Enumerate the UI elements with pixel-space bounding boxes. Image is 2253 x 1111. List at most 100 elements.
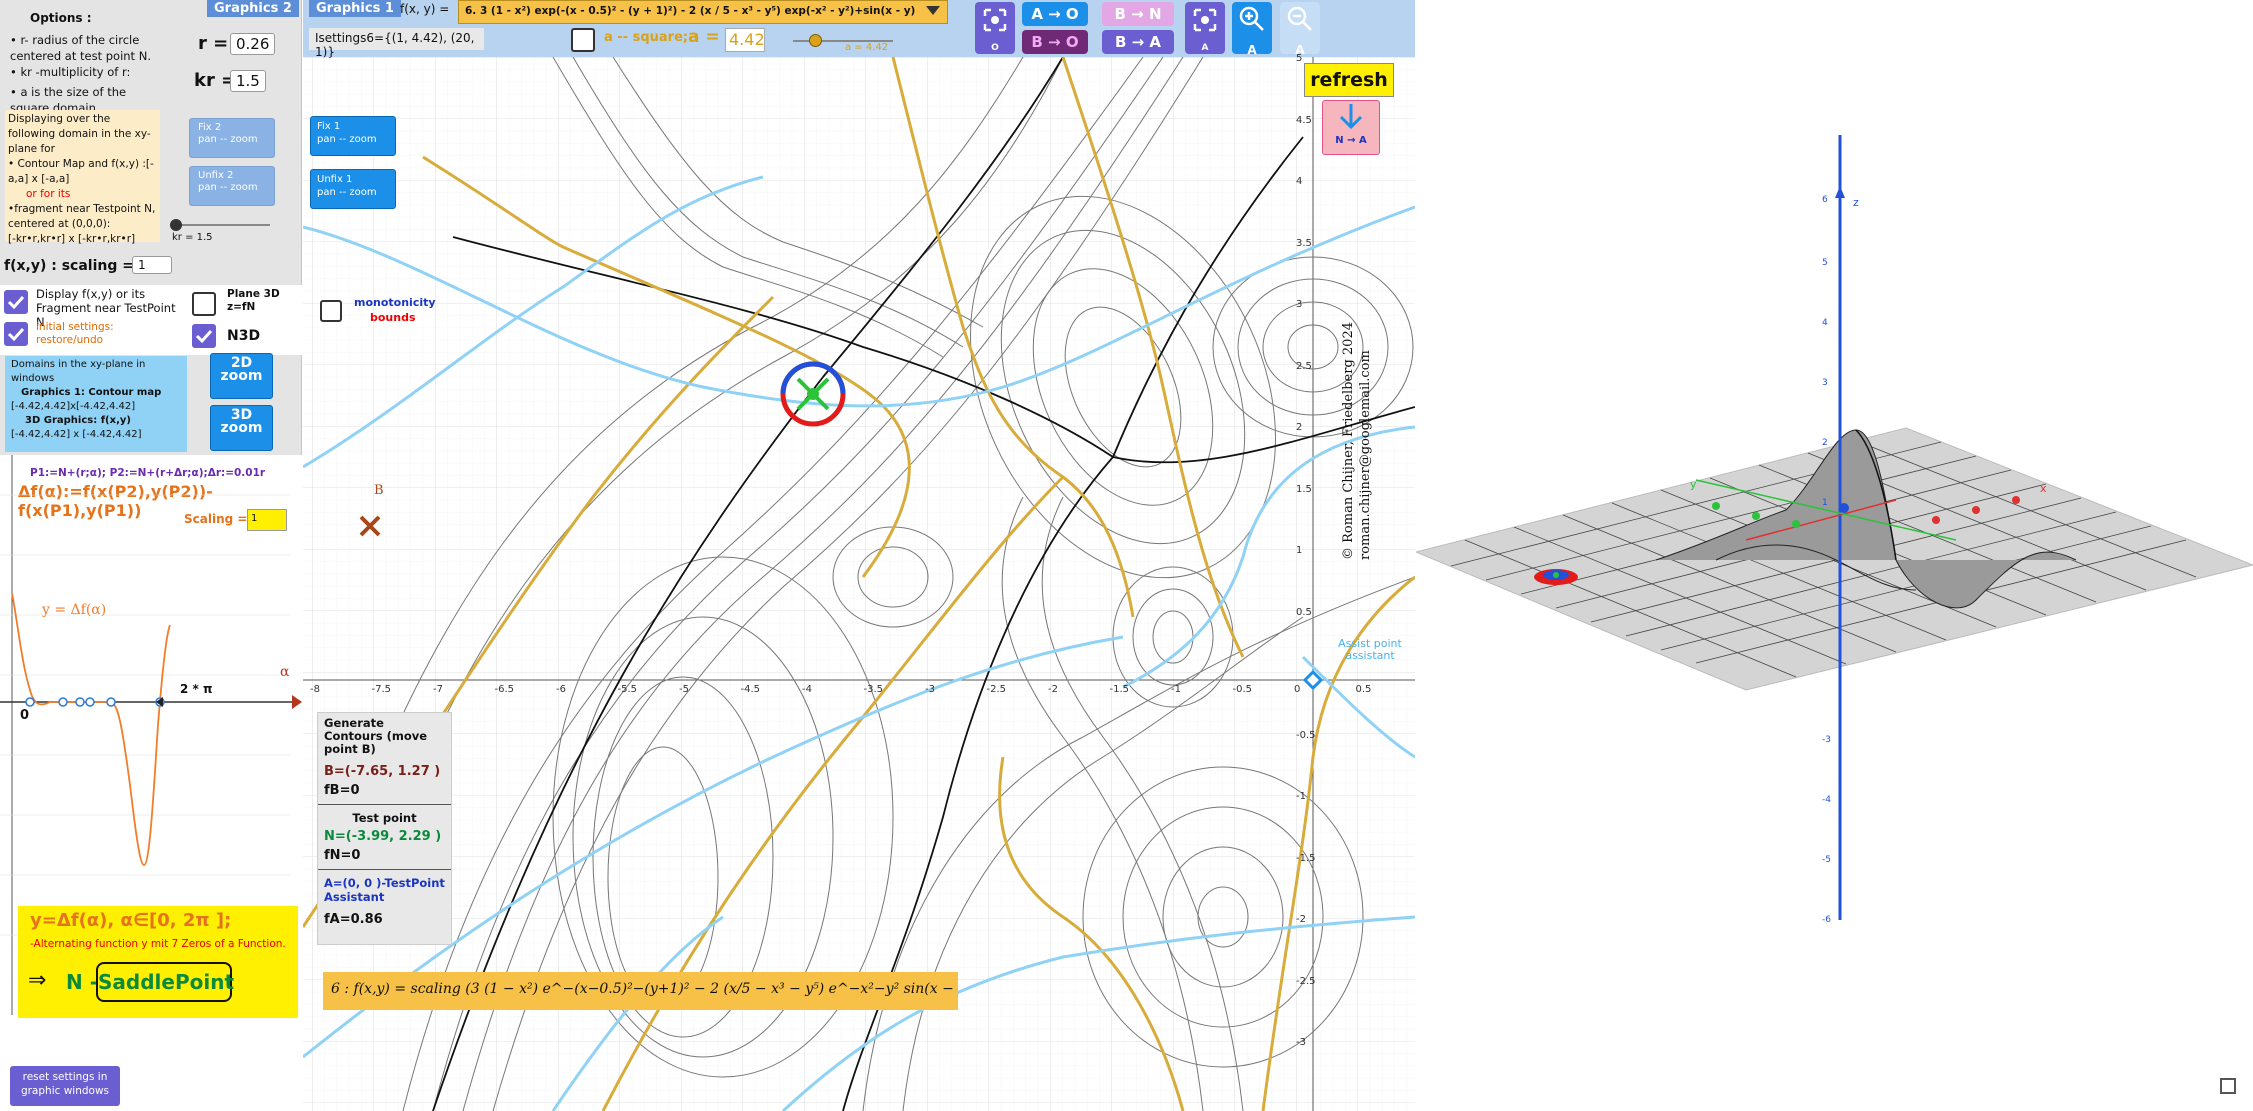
- x-tick-label: 0.5: [1355, 684, 1372, 695]
- domain-note-1: Displaying over the following domain in …: [8, 113, 151, 155]
- graphics2-tab[interactable]: Graphics 2: [207, 0, 299, 17]
- a-coords: A=(0, 0 )-TestPoint Assistant: [324, 876, 445, 904]
- saddle-result: SaddlePoint: [96, 962, 234, 1002]
- kr-slider-track[interactable]: [175, 224, 270, 226]
- initial-checkbox[interactable]: [4, 322, 28, 346]
- a-to-o-button[interactable]: A → O: [1022, 2, 1088, 26]
- domains-info: Domains in the xy-plane in windows Graph…: [5, 356, 187, 452]
- unfix2-button[interactable]: Unfix 2 pan -- zoom: [189, 166, 275, 206]
- x-tick-label: -4: [802, 684, 812, 695]
- fullscreen-icon[interactable]: [2220, 1078, 2236, 1094]
- a-slider-handle[interactable]: [809, 34, 822, 47]
- zoom-out-button[interactable]: A: [1280, 2, 1320, 57]
- origin-label: 0: [20, 708, 30, 723]
- scaling-label: f(x,y) : scaling =: [4, 258, 134, 274]
- display-checkbox[interactable]: [4, 290, 28, 314]
- n-coords: N=(-3.99, 2.29 ): [324, 829, 442, 844]
- a-input[interactable]: 4.42: [725, 28, 765, 52]
- x-tick-label: -7: [433, 684, 443, 695]
- b-to-a-button[interactable]: B → A: [1102, 30, 1174, 54]
- option-kr: • kr -multiplicity of r:: [10, 65, 131, 79]
- b-coords: B=(-7.65, 1.27 ): [324, 764, 441, 779]
- b-to-o-button[interactable]: B → O: [1022, 30, 1088, 54]
- a-slider-label: a = 4.42: [845, 42, 889, 53]
- plane3d-label: Plane 3D z=fN: [227, 288, 280, 313]
- chevron-down-icon[interactable]: [926, 6, 940, 15]
- center-o-button[interactable]: O: [975, 2, 1015, 54]
- b-to-n-button[interactable]: B → N: [1102, 2, 1174, 26]
- y-tick-label: -1.5: [1296, 852, 1316, 864]
- domains-3d: 3D Graphics: f(x,y): [25, 415, 131, 426]
- x-tick-label: -1: [1171, 684, 1181, 695]
- options-title: Options :: [30, 11, 92, 25]
- reset-button[interactable]: reset settings in graphic windows: [10, 1066, 120, 1106]
- n-to-a-button[interactable]: N → A: [1322, 100, 1380, 155]
- a-equals-label: a =: [688, 27, 720, 47]
- contour-map[interactable]: [303, 57, 1415, 1111]
- r-label: r =: [198, 33, 229, 54]
- domains-g1-val: [-4.42,4.42]x[-4.42,4.42]: [11, 401, 136, 412]
- zoom-2d-button[interactable]: 2D zoom: [210, 353, 273, 399]
- bounds-label: bounds: [370, 311, 416, 324]
- x-tick-label: -2.5: [986, 684, 1007, 695]
- x-axis-label: x: [2040, 482, 2047, 495]
- plane3d-checkbox[interactable]: [192, 292, 216, 316]
- y-tick-label: 0.5: [1296, 606, 1312, 618]
- info-panel: Generate Contours (move point B) B=(-7.6…: [317, 712, 452, 945]
- unfix1-button[interactable]: Unfix 1 pan -- zoom: [310, 169, 396, 209]
- kr-input[interactable]: 1.5: [230, 70, 266, 92]
- domains-3d-val: [-4.42,4.42] x [-4.42,4.42]: [11, 429, 142, 440]
- z-tick-label: 6: [1822, 195, 1828, 205]
- y-tick-label: 4: [1296, 176, 1303, 187]
- x-tick-label: -3: [925, 684, 935, 695]
- y-tick-label: 2.5: [1296, 360, 1312, 372]
- n3d-checkbox[interactable]: [192, 324, 216, 348]
- x-tick-label: -8: [310, 684, 320, 695]
- result-subtitle: -Alternating function y mit 7 Zeros of a…: [30, 938, 286, 950]
- x-tick-label: -6.5: [494, 684, 515, 695]
- scaling-input[interactable]: 1: [132, 256, 172, 274]
- y-tick-label: -1: [1296, 791, 1306, 802]
- z-tick-label: -3: [1822, 735, 1831, 745]
- zoom-in-button[interactable]: A: [1232, 2, 1272, 57]
- fix1-button[interactable]: Fix 1 pan -- zoom: [310, 116, 396, 156]
- domain-note-2: • Contour Map and f(x,y) :[-a,a] x [-a,a…: [8, 158, 154, 185]
- function-dropdown-value: 6. 3 (1 - x²) exp(-(x - 0.5)² - (y + 1)²…: [465, 5, 916, 17]
- z-tick-label: -4: [1822, 795, 1831, 805]
- y-tick-label: -0.5: [1296, 729, 1316, 741]
- kr-slider-handle[interactable]: [170, 219, 182, 231]
- result-box: y=Δf(α), α∈[0, 2π ]; -Alternating functi…: [18, 906, 298, 1018]
- y-tick-label: 1.5: [1296, 483, 1312, 495]
- n-label: N -: [66, 970, 99, 994]
- x-tick-label: 0: [1294, 684, 1301, 695]
- y-tick-label: 2: [1296, 422, 1303, 433]
- graphics1-tab[interactable]: Graphics 1: [309, 0, 401, 17]
- z-axis-label: z: [1853, 196, 1859, 209]
- domains-g1: Graphics 1: Contour map: [21, 387, 162, 398]
- r-input[interactable]: 0.26: [230, 33, 276, 55]
- fix2-button[interactable]: Fix 2 pan -- zoom: [189, 118, 275, 158]
- zoom-3d-button[interactable]: 3D zoom: [210, 405, 273, 451]
- z-tick-label: 1: [1822, 498, 1828, 508]
- x-tick-label: -4.5: [740, 684, 761, 695]
- z-tick-label: -6: [1822, 915, 1831, 925]
- test-title: Test point: [352, 811, 417, 825]
- x-tick-label: -1.5: [1109, 684, 1130, 695]
- z-tick-label: 3: [1822, 378, 1828, 388]
- domain-note-3: or for its: [26, 188, 71, 200]
- zoom-in-icon: [1239, 6, 1264, 31]
- function-dropdown[interactable]: 6. 3 (1 - x²) exp(-(x - 0.5)² - (y + 1)²…: [458, 0, 948, 24]
- center-a-button[interactable]: A: [1185, 2, 1225, 54]
- y-tick-label: -2: [1296, 914, 1306, 925]
- graphics-3d[interactable]: [1416, 0, 2253, 1111]
- n-to-a-label: N → A: [1335, 135, 1367, 146]
- domains-title: Domains in the xy-plane in windows: [11, 359, 146, 384]
- a-square-checkbox[interactable]: [571, 28, 595, 52]
- x-tick-label: -7.5: [371, 684, 392, 695]
- refresh-button[interactable]: refresh: [1304, 63, 1394, 97]
- generate-title: Generate Contours (move point B): [324, 716, 428, 756]
- monotonicity-checkbox[interactable]: [320, 300, 342, 322]
- z-tick-label: 4: [1822, 318, 1828, 328]
- x-tick-label: -0.5: [1232, 684, 1253, 695]
- o-label: O: [991, 43, 999, 53]
